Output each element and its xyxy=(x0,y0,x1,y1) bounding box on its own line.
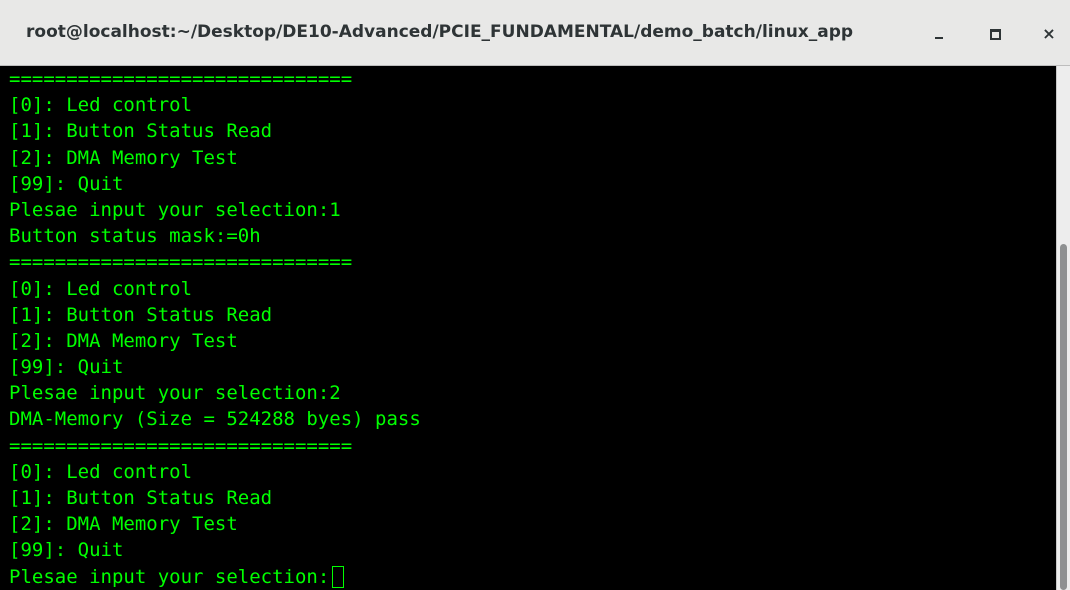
minimize-button[interactable] xyxy=(926,22,952,46)
minimize-icon xyxy=(935,37,943,39)
terminal-line: [99]: Quit xyxy=(9,172,124,195)
window-title: root@localhost:~/Desktop/DE10-Advanced/P… xyxy=(26,22,854,42)
terminal-line: [0]: Led control xyxy=(9,460,193,483)
terminal-line: [1]: Button Status Read xyxy=(9,487,273,509)
maximize-button[interactable] xyxy=(982,22,1008,46)
terminal-line: Button status mask:=0h xyxy=(9,225,261,248)
terminal-prompt-line[interactable]: Plesae input your selection: xyxy=(9,564,1056,590)
terminal-line: [2]: DMA Memory Test xyxy=(9,146,238,169)
scrollbar-thumb[interactable] xyxy=(1060,244,1067,590)
terminal-output[interactable]: ============================== [0]: Led … xyxy=(0,66,1056,590)
terminal-line: DMA-Memory (Size = 524288 byes) pass xyxy=(9,408,421,431)
terminal-line: [0]: Led control xyxy=(9,277,193,300)
scrollbar[interactable] xyxy=(1056,66,1070,590)
close-button[interactable]: × xyxy=(1036,22,1062,46)
terminal-line: ============================== xyxy=(9,434,353,457)
terminal-line: [99]: Quit xyxy=(9,539,124,562)
terminal-line: [1]: Button Status Read xyxy=(9,120,273,143)
terminal-line: Plesae input your selection:2 xyxy=(9,382,341,405)
terminal-line: [99]: Quit xyxy=(9,356,124,379)
terminal-prompt: Plesae input your selection: xyxy=(9,565,330,588)
terminal-line: [1]: Button Status Read xyxy=(9,303,273,326)
title-bar[interactable]: root@localhost:~/Desktop/DE10-Advanced/P… xyxy=(0,0,1070,66)
close-icon: × xyxy=(1042,24,1056,43)
terminal-line: [2]: DMA Memory Test xyxy=(9,513,238,536)
terminal-line: [0]: Led control xyxy=(9,94,193,117)
terminal-window: root@localhost:~/Desktop/DE10-Advanced/P… xyxy=(0,0,1070,590)
terminal-line: [2]: DMA Memory Test xyxy=(9,329,238,352)
terminal-line: Plesae input your selection:1 xyxy=(9,198,341,221)
text-cursor[interactable] xyxy=(332,565,345,588)
terminal-line: ============================== xyxy=(9,251,353,274)
terminal-line: ============================== xyxy=(9,68,353,90)
maximize-icon xyxy=(989,28,1001,40)
